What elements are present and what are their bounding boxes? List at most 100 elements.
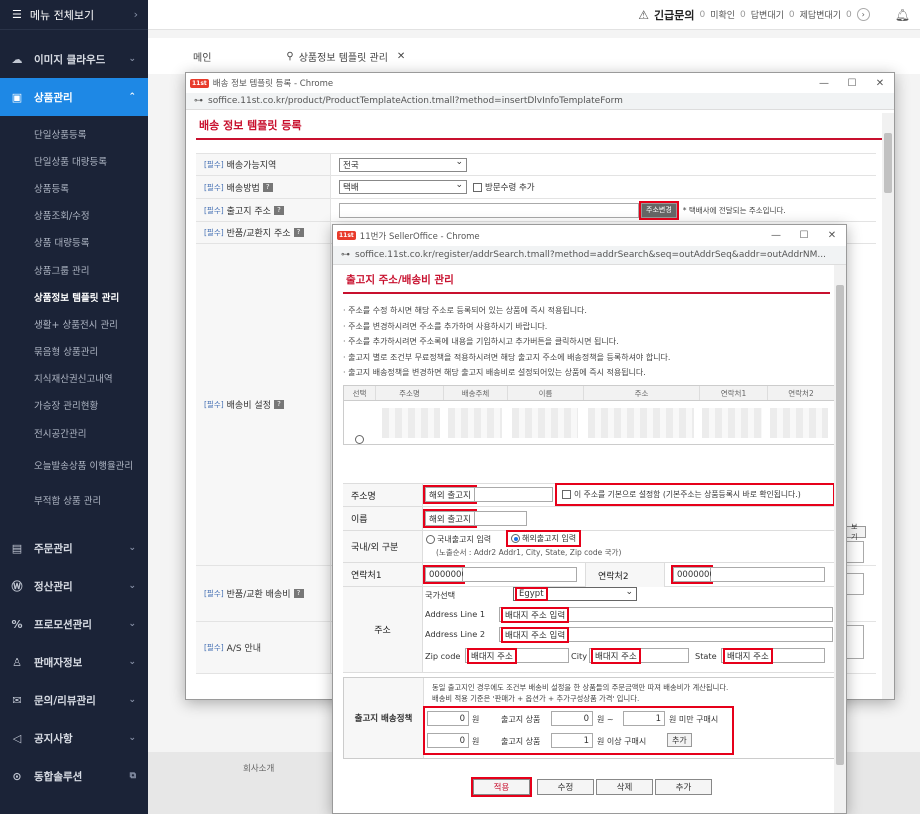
submenu-item[interactable]: 지식재산권신고내역 (0, 365, 148, 392)
side-input[interactable] (846, 573, 864, 595)
sidebar-item-promotion[interactable]: % 프로모션관리 ⌄ (0, 605, 148, 643)
submenu-item[interactable]: 단일상품 대량등록 (0, 147, 148, 174)
submenu-item-current[interactable]: 상품정보 템플릿 관리 (0, 283, 148, 310)
country-select[interactable]: Egypt (513, 587, 637, 601)
apply-button[interactable]: 적용 (471, 777, 532, 797)
policy-fee1-input[interactable]: 0 (427, 711, 469, 726)
state-input[interactable]: 배대지 주소 (721, 647, 825, 664)
sidebar-item-notice[interactable]: ◁ 공지사항 ⌄ (0, 719, 148, 757)
sidebar-item-order[interactable]: ▤ 주문관리 ⌄ (0, 529, 148, 567)
chevron-down-icon: ⌄ (128, 581, 136, 592)
unconfirmed-label[interactable]: 미확인 (710, 8, 735, 21)
help-icon[interactable]: ? (273, 400, 284, 409)
sidebar-item-seller-info[interactable]: ♙ 판매자정보 ⌄ (0, 643, 148, 681)
submenu-item[interactable]: 단일상품등록 (0, 120, 148, 147)
submenu-item[interactable]: 부적합 상품 관리 (0, 486, 148, 513)
ship-address-input[interactable] (339, 202, 639, 218)
sidebar-item-inquiry[interactable]: ✉ 문의/리뷰관리 ⌄ (0, 681, 148, 719)
submenu-item[interactable]: 상품조회/수정 (0, 202, 148, 229)
submenu-item[interactable]: 가승장 관리현황 (0, 392, 148, 419)
submenu-item[interactable]: 생활+ 상품전시 관리 (0, 310, 148, 337)
row-delivery-method: [필수]배송방법? 택배 방문수령 추가 (196, 176, 876, 199)
policy-add-button[interactable]: 추가 (667, 733, 692, 747)
domestic-radio-option[interactable]: 국내출고지 입력 (426, 534, 491, 545)
app-logo-icon: 11st (337, 231, 356, 240)
alarm-icon: ⚠ (638, 7, 649, 22)
default-address-checkbox[interactable] (562, 490, 571, 499)
close-icon[interactable]: ✕ (866, 78, 894, 89)
add-button[interactable]: 추가 (655, 779, 712, 795)
submenu-item[interactable]: 오늘발송상품 이행율관리 (0, 446, 148, 486)
maximize-icon[interactable]: ☐ (838, 78, 866, 89)
edit-button[interactable]: 수정 (537, 779, 594, 795)
city-input[interactable]: 배대지 주소 (589, 647, 689, 664)
sidebar-item-product[interactable]: ▣ 상품관리 ⌃ (0, 78, 148, 116)
next-arrow-icon[interactable]: › (856, 8, 870, 21)
view-button[interactable]: 보기 (846, 523, 866, 541)
chevron-down-icon: ⌄ (128, 54, 136, 64)
sidebar-item-settlement[interactable]: Ⓦ 정산관리 ⌄ (0, 567, 148, 605)
minimize-icon[interactable]: — (810, 78, 838, 89)
area-select[interactable]: 전국 (339, 157, 467, 172)
submenu-item[interactable]: 상품 대량등록 (0, 229, 148, 256)
contact1-input[interactable]: 0000000 (423, 565, 467, 584)
address-name-input-rest[interactable] (475, 487, 553, 502)
blurred-cell (448, 408, 502, 438)
policy-max-input[interactable]: 1 (623, 711, 665, 726)
visit-checkbox[interactable] (473, 182, 482, 192)
menu-all-button[interactable]: ☰ 메뉴 전체보기 › (0, 0, 148, 30)
address-bar[interactable]: ⊶ soffice.11st.co.kr/product/ProductTempl… (186, 93, 894, 110)
minimize-icon[interactable]: — (762, 230, 790, 241)
product-submenu: 단일상품등록 단일상품 대량등록 상품등록 상품조회/수정 상품 대량등록 상품… (0, 116, 148, 517)
app-logo-icon: 11st (190, 78, 209, 88)
sidebar-item-solution[interactable]: ⊙ 동합솔루션 ⧉ (0, 757, 148, 795)
address-line2-input[interactable]: 배대지 주소 입력 (499, 626, 833, 643)
row-ship-address: [필수] 출고지 주소? 주소변경 * 택배사에 전달되는 주소입니다. (196, 199, 876, 222)
maximize-icon[interactable]: ☐ (790, 230, 818, 241)
zip-input[interactable]: 배대지 주소 (465, 647, 569, 664)
tab-template[interactable]: ⚲ 상품정보 템플릿 관리 ✕ (241, 49, 435, 64)
re-awaiting-label[interactable]: 제답변대기 (800, 8, 841, 21)
awaiting-reply-label[interactable]: 답변대기 (751, 8, 784, 21)
method-select[interactable]: 택배 (339, 180, 467, 194)
delete-button[interactable]: 삭제 (596, 779, 653, 795)
solution-icon: ⊙ (12, 769, 22, 783)
company-link[interactable]: 회사소개 (243, 762, 274, 774)
international-radio-option[interactable]: 해외출고지 입력 (505, 530, 582, 547)
contact1-input-rest[interactable] (463, 567, 577, 582)
domestic-radio[interactable] (426, 535, 435, 544)
person-name-input-rest[interactable] (475, 511, 527, 526)
policy-fee2-input[interactable]: 0 (427, 733, 469, 748)
side-input[interactable] (846, 541, 864, 563)
scrollbar[interactable] (834, 265, 846, 813)
international-radio[interactable] (511, 534, 520, 543)
as-textarea[interactable] (846, 625, 864, 659)
help-icon[interactable]: ? (293, 228, 304, 237)
policy-over-input[interactable]: 1 (551, 733, 593, 748)
bell-icon[interactable]: 🔔︎ (895, 8, 910, 22)
address-line1-input[interactable]: 배대지 주소 입력 (499, 606, 833, 623)
contact2-input[interactable]: 0000000 (671, 565, 715, 584)
address-row-radio[interactable] (355, 434, 364, 444)
sidebar-item-image-cloud[interactable]: ☁ 이미지 클라우드 ⌄ (0, 40, 148, 78)
address-name-input[interactable]: 해외 출고지 (423, 485, 477, 504)
urgent-inquiry-label[interactable]: 긴급문의 (654, 7, 694, 23)
close-icon[interactable]: ✕ (397, 51, 405, 62)
contact2-input-rest[interactable] (711, 567, 825, 582)
chevron-down-icon: ⌄ (128, 695, 136, 706)
change-address-button[interactable]: 주소변경 (639, 200, 679, 220)
address-bar[interactable]: ⊶ soffice.11st.co.kr/register/addrSearch.… (333, 246, 846, 265)
default-address-checkbox-row[interactable]: 이 주소를 기본으로 설정함 (기본주소는 상품등록시 바로 확인됩니다.) (555, 483, 835, 506)
scrollbar[interactable] (882, 113, 894, 699)
submenu-item[interactable]: 상품그룹 관리 (0, 256, 148, 283)
help-icon[interactable]: ? (262, 182, 273, 192)
submenu-item[interactable]: 상품등록 (0, 174, 148, 201)
tab-main[interactable]: 메인 (148, 49, 241, 64)
help-icon[interactable]: ? (273, 205, 284, 215)
submenu-item[interactable]: 묶음형 상품관리 (0, 338, 148, 365)
person-name-input[interactable]: 해외 출고지 (423, 509, 477, 528)
policy-min-input[interactable]: 0 (551, 711, 593, 726)
help-icon[interactable]: ? (293, 589, 304, 598)
close-icon[interactable]: ✕ (818, 230, 846, 241)
submenu-item[interactable]: 전시공간관리 (0, 419, 148, 446)
